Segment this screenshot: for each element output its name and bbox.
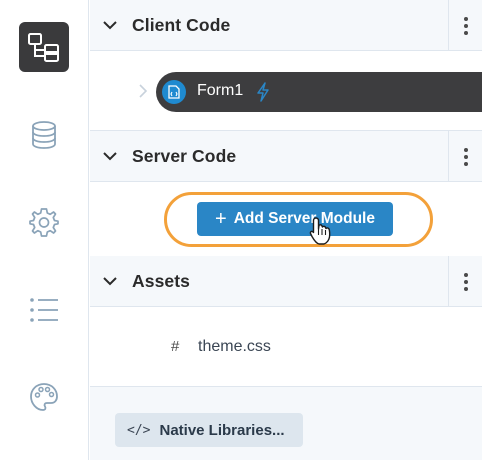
kebab-menu-icon[interactable] xyxy=(448,256,482,307)
hand-cursor-icon xyxy=(309,217,331,245)
plus-icon: + xyxy=(215,208,227,230)
app-browser-button[interactable] xyxy=(19,22,69,72)
chevron-down-icon[interactable] xyxy=(102,17,118,33)
list-icon xyxy=(30,298,58,322)
add-server-module-label: Add Server Module xyxy=(233,210,375,227)
icon-rail xyxy=(0,0,89,460)
theme-button[interactable] xyxy=(19,372,69,422)
database-icon xyxy=(32,121,56,149)
palette-icon xyxy=(30,383,58,411)
section-title: Assets xyxy=(132,270,190,291)
list-item-form1[interactable]: Form1 xyxy=(156,72,482,112)
bolt-icon xyxy=(257,82,269,102)
app-browser-panel: Client Code Form1 Server Code + Add Serv… xyxy=(90,0,482,460)
outline-button[interactable] xyxy=(19,285,69,335)
list-item-theme-css[interactable]: # theme.css xyxy=(90,307,482,387)
chevron-right-icon[interactable] xyxy=(138,84,148,98)
chevron-down-icon[interactable] xyxy=(102,273,118,289)
native-libraries-label: Native Libraries... xyxy=(159,421,285,439)
client-code-header[interactable]: Client Code xyxy=(90,0,482,51)
code-icon: </> xyxy=(127,422,151,438)
assets-list: # theme.css xyxy=(90,307,482,387)
native-libraries-button[interactable]: </> Native Libraries... xyxy=(115,413,303,447)
hash-icon: # xyxy=(171,338,180,355)
form-label: Form1 xyxy=(197,82,244,99)
form-icon xyxy=(162,80,186,104)
section-title: Server Code xyxy=(132,145,237,166)
chevron-down-icon[interactable] xyxy=(102,148,118,164)
folder-tree-icon xyxy=(28,33,59,62)
gear-icon xyxy=(29,208,59,237)
settings-button[interactable] xyxy=(19,197,69,247)
server-code-header[interactable]: Server Code xyxy=(90,131,482,182)
asset-label: theme.css xyxy=(198,338,271,355)
add-server-module-button[interactable]: + Add Server Module xyxy=(197,202,393,236)
kebab-menu-icon[interactable] xyxy=(448,0,482,51)
assets-header[interactable]: Assets xyxy=(90,256,482,307)
client-code-list: Form1 xyxy=(90,51,482,131)
section-title: Client Code xyxy=(132,14,231,35)
kebab-menu-icon[interactable] xyxy=(448,131,482,182)
data-tables-button[interactable] xyxy=(19,110,69,160)
